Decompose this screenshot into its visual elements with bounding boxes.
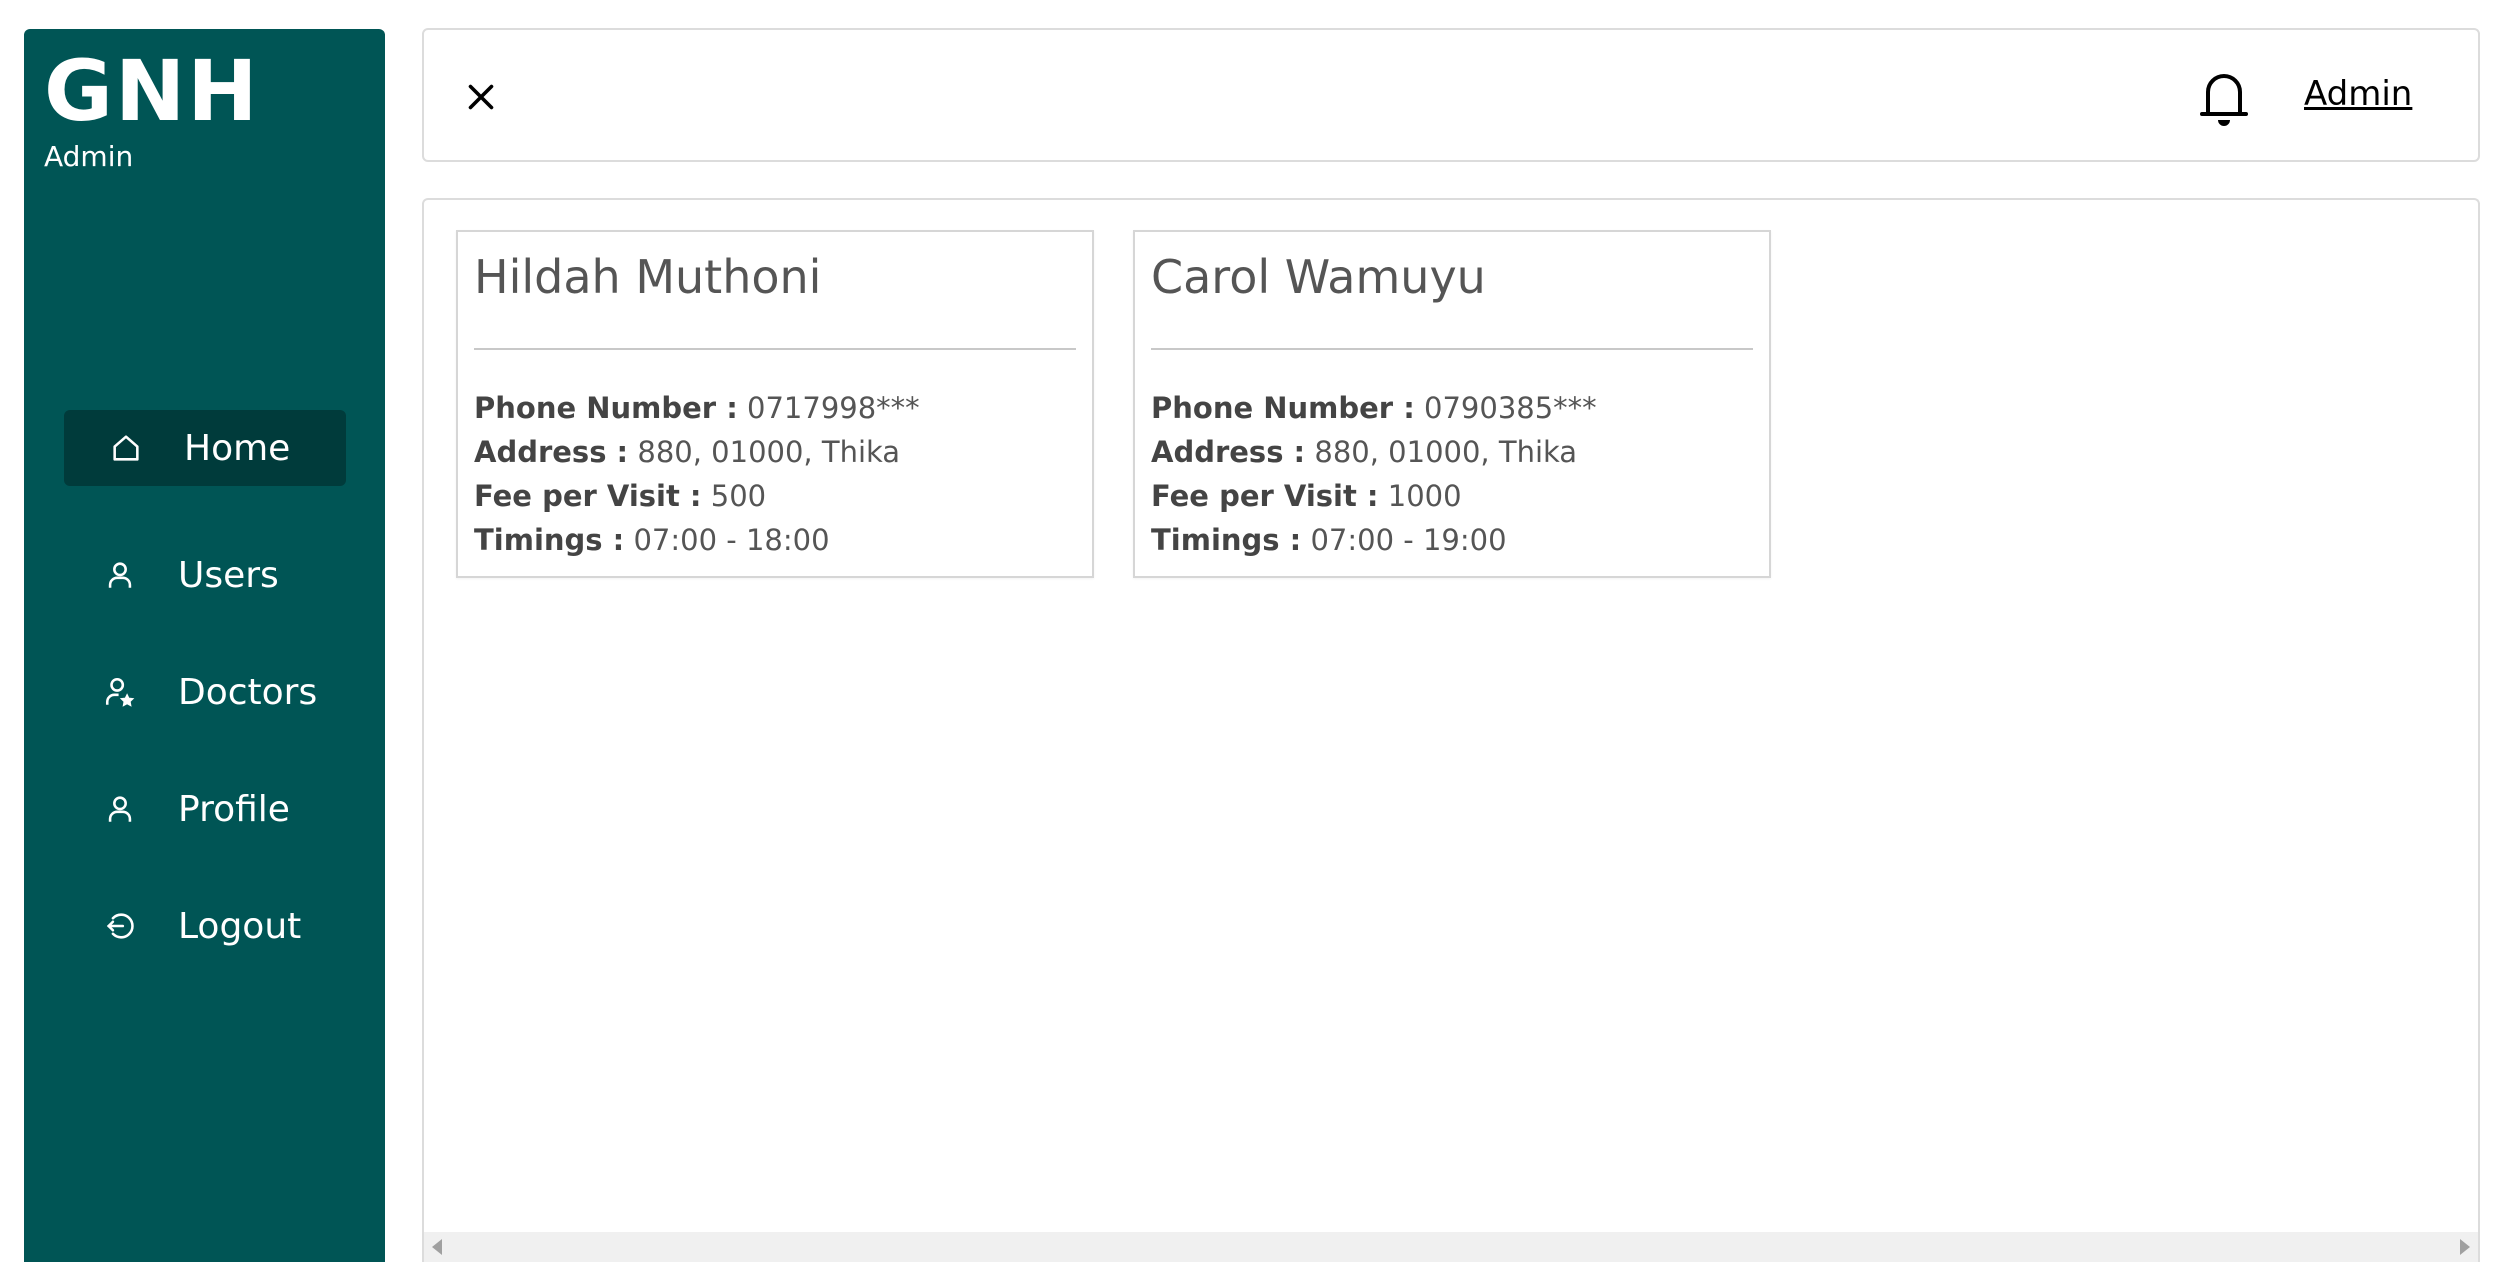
admin-user-link[interactable]: Admin bbox=[2304, 74, 2412, 114]
fee-row: Fee per Visit : 1000 bbox=[1151, 474, 1597, 518]
fee-row: Fee per Visit : 500 bbox=[474, 474, 920, 518]
brand-role: Admin bbox=[44, 140, 134, 173]
sidebar-item-label: Home bbox=[184, 427, 291, 469]
sidebar: GNH Admin Home Users Doctors Profile Log… bbox=[24, 29, 385, 1262]
phone-label: Phone Number : bbox=[474, 391, 738, 425]
timings-label: Timings : bbox=[474, 523, 625, 557]
phone-row: Phone Number : 0717998*** bbox=[474, 386, 920, 430]
address-row: Address : 880, 01000, Thika bbox=[474, 430, 920, 474]
fee-label: Fee per Visit : bbox=[474, 479, 702, 513]
timings-row: Timings : 07:00 - 19:00 bbox=[1151, 518, 1597, 562]
doctor-details: Phone Number : 0790385*** Address : 880,… bbox=[1151, 386, 1597, 562]
sidebar-item-logout[interactable]: Logout bbox=[64, 888, 346, 964]
sidebar-item-label: Doctors bbox=[178, 671, 318, 713]
phone-value: 0717998*** bbox=[747, 391, 920, 425]
phone-label: Phone Number : bbox=[1151, 391, 1415, 425]
doctor-name: Hildah Muthoni bbox=[474, 250, 822, 304]
fee-label: Fee per Visit : bbox=[1151, 479, 1379, 513]
address-label: Address : bbox=[474, 435, 629, 469]
sidebar-item-profile[interactable]: Profile bbox=[64, 771, 346, 847]
sidebar-item-doctors[interactable]: Doctors bbox=[64, 654, 346, 730]
phone-value: 0790385*** bbox=[1424, 391, 1597, 425]
address-label: Address : bbox=[1151, 435, 1306, 469]
sidebar-item-home[interactable]: Home bbox=[64, 410, 346, 486]
address-value: 880, 01000, Thika bbox=[1314, 435, 1578, 469]
timings-value: 07:00 - 19:00 bbox=[1310, 523, 1507, 557]
fee-value: 500 bbox=[710, 479, 767, 513]
scroll-left-icon[interactable] bbox=[432, 1239, 442, 1255]
sidebar-item-label: Profile bbox=[178, 788, 290, 830]
home-icon bbox=[102, 424, 150, 472]
sidebar-item-label: Logout bbox=[178, 905, 302, 947]
doctor-name: Carol Wamuyu bbox=[1151, 250, 1486, 304]
top-bar: Admin bbox=[422, 28, 2480, 162]
card-divider bbox=[1151, 348, 1753, 350]
user-icon bbox=[96, 785, 144, 833]
sidebar-item-users[interactable]: Users bbox=[64, 537, 346, 613]
address-row: Address : 880, 01000, Thika bbox=[1151, 430, 1597, 474]
logo: GNH Admin bbox=[44, 49, 260, 171]
timings-label: Timings : bbox=[1151, 523, 1302, 557]
phone-row: Phone Number : 0790385*** bbox=[1151, 386, 1597, 430]
brand-title: GNH bbox=[44, 42, 260, 140]
fee-value: 1000 bbox=[1387, 479, 1462, 513]
timings-row: Timings : 07:00 - 18:00 bbox=[474, 518, 920, 562]
doctor-card[interactable]: Carol Wamuyu Phone Number : 0790385*** A… bbox=[1133, 230, 1771, 578]
timings-value: 07:00 - 18:00 bbox=[633, 523, 830, 557]
doctor-card[interactable]: Hildah Muthoni Phone Number : 0717998***… bbox=[456, 230, 1094, 578]
card-divider bbox=[474, 348, 1076, 350]
horizontal-scrollbar[interactable] bbox=[424, 1232, 2478, 1262]
main-content: Hildah Muthoni Phone Number : 0717998***… bbox=[422, 198, 2480, 1262]
bell-icon[interactable] bbox=[2196, 66, 2252, 130]
doctor-icon bbox=[96, 668, 144, 716]
scroll-right-icon[interactable] bbox=[2460, 1239, 2470, 1255]
user-icon bbox=[96, 551, 144, 599]
address-value: 880, 01000, Thika bbox=[637, 435, 901, 469]
sidebar-item-label: Users bbox=[178, 554, 279, 596]
logout-icon bbox=[96, 902, 144, 950]
close-icon[interactable] bbox=[454, 70, 508, 124]
doctor-details: Phone Number : 0717998*** Address : 880,… bbox=[474, 386, 920, 562]
